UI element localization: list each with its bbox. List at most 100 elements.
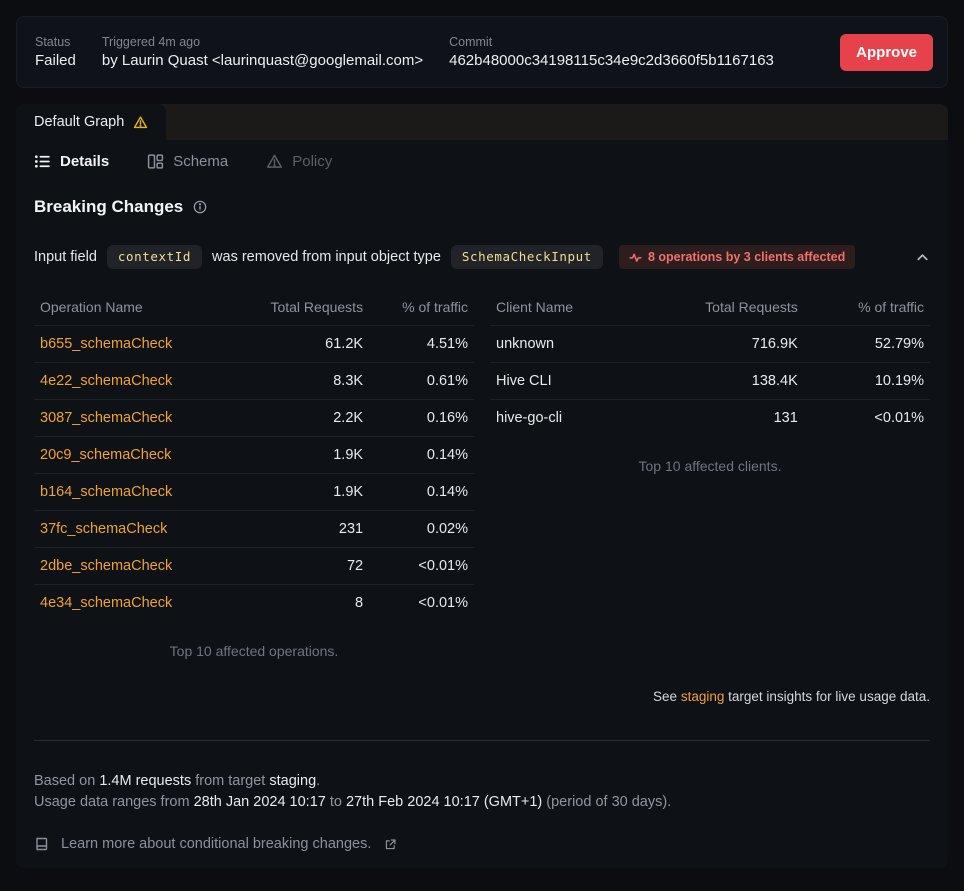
learn-more-link[interactable]: Learn more about conditional breaking ch… [34, 836, 930, 852]
date-from: 28th Jan 2024 10:17 [194, 794, 326, 810]
tab-policy[interactable]: Policy [266, 153, 332, 170]
book-icon [34, 836, 50, 852]
warning-triangle-icon [133, 115, 148, 130]
operation-link[interactable]: 37fc_schemaCheck [40, 521, 167, 537]
operation-row: 2dbe_schemaCheck72<0.01% [34, 548, 474, 585]
name-cell: Hive CLI [490, 363, 634, 400]
col-operation-name: Operation Name [34, 289, 228, 326]
operations-table-wrap: Operation Name Total Requests % of traff… [34, 289, 474, 659]
breaking-change-row[interactable]: Input field contextId was removed from i… [34, 245, 930, 269]
based-prefix: Based on [34, 773, 99, 789]
traffic-pct-cell: 52.79% [804, 326, 930, 363]
traffic-pct-cell: 0.61% [369, 363, 474, 400]
check-status-header: Status Failed Triggered 4m ago by Laurin… [16, 16, 948, 88]
traffic-pct-cell: 4.51% [369, 326, 474, 363]
operation-link[interactable]: 2dbe_schemaCheck [40, 558, 172, 574]
triggered-group: Triggered 4m ago by Laurin Quast <laurin… [102, 35, 423, 69]
tab-details[interactable]: Details [34, 153, 109, 170]
warning-icon [266, 153, 283, 170]
total-requests-cell: 8 [228, 585, 369, 622]
total-requests-cell: 1.9K [228, 474, 369, 511]
type-code-chip: SchemaCheckInput [451, 245, 603, 269]
table-header-row: Operation Name Total Requests % of traff… [34, 289, 474, 326]
affected-badge-label: 8 operations by 3 clients affected [648, 250, 845, 264]
traffic-pct-cell: <0.01% [369, 585, 474, 622]
graph-tabstrip: Default Graph [16, 104, 948, 140]
change-middle: was removed from input object type [212, 249, 441, 265]
traffic-pct-cell: 0.02% [369, 511, 474, 548]
clients-table-wrap: Client Name Total Requests % of traffic … [490, 289, 930, 659]
range-suffix: (period of 30 days). [542, 794, 671, 810]
total-requests-cell: 8.3K [228, 363, 369, 400]
total-requests-cell: 138.4K [634, 363, 804, 400]
name-cell: unknown [490, 326, 634, 363]
usage-summary-line1: Based on 1.4M requests from target stagi… [34, 771, 930, 792]
traffic-pct-cell: 0.14% [369, 437, 474, 474]
operation-link[interactable]: b164_schemaCheck [40, 484, 172, 500]
tab-details-label: Details [60, 153, 109, 170]
schema-check-panel: Default Graph Details [16, 104, 948, 868]
operation-link[interactable]: 20c9_schemaCheck [40, 447, 171, 463]
operation-name-cell: 3087_schemaCheck [34, 400, 228, 437]
operation-link[interactable]: 4e34_schemaCheck [40, 595, 172, 611]
total-requests-cell: 2.2K [228, 400, 369, 437]
operations-table: Operation Name Total Requests % of traff… [34, 289, 474, 621]
usage-summary: Based on 1.4M requests from target stagi… [34, 771, 930, 812]
approve-button[interactable]: Approve [840, 34, 933, 71]
list-icon [34, 153, 51, 170]
operation-link[interactable]: 4e22_schemaCheck [40, 373, 172, 389]
col-client-name: Client Name [490, 289, 634, 326]
traffic-pct-cell: <0.01% [369, 548, 474, 585]
total-requests-cell: 131 [634, 400, 804, 437]
tab-default-graph[interactable]: Default Graph [16, 104, 166, 140]
traffic-pct-cell: 0.16% [369, 400, 474, 437]
note-suffix: target insights for live usage data. [724, 689, 930, 704]
details-tabs: Details Schema Policy [16, 140, 948, 181]
operation-row: b655_schemaCheck61.2K4.51% [34, 326, 474, 363]
dot: . [316, 773, 320, 789]
note-prefix: See [653, 689, 681, 704]
operation-name-cell: 20c9_schemaCheck [34, 437, 228, 474]
status-group: Status Failed [35, 35, 76, 69]
clients-caption: Top 10 affected clients. [490, 458, 930, 474]
commit-group: Commit 462b48000c34198115c34e9c2d3660f5b… [449, 35, 774, 69]
requests-count: 1.4M requests [99, 773, 191, 789]
operation-name-cell: 37fc_schemaCheck [34, 511, 228, 548]
status-value: Failed [35, 52, 76, 69]
operation-name-cell: b655_schemaCheck [34, 326, 228, 363]
from-target-text: from target [191, 773, 269, 789]
operation-name-cell: 4e22_schemaCheck [34, 363, 228, 400]
operation-row: 20c9_schemaCheck1.9K0.14% [34, 437, 474, 474]
operation-link[interactable]: 3087_schemaCheck [40, 410, 172, 426]
operation-row: 3087_schemaCheck 2.2K0.16% [34, 400, 474, 437]
col-pct-traffic: % of traffic [804, 289, 930, 326]
learn-more-label: Learn more about conditional breaking ch… [61, 836, 371, 852]
insights-note: See staging target insights for live usa… [34, 689, 930, 704]
tab-schema[interactable]: Schema [147, 153, 228, 170]
traffic-pct-cell: 0.14% [369, 474, 474, 511]
operation-link[interactable]: b655_schemaCheck [40, 336, 172, 352]
commit-hash: 462b48000c34198115c34e9c2d3660f5b1167163 [449, 52, 774, 69]
info-icon[interactable] [193, 200, 207, 214]
affected-badge: 8 operations by 3 clients affected [619, 245, 855, 269]
triggered-author: by Laurin Quast <laurinquast@googlemail.… [102, 52, 423, 69]
check-details-content: Details Schema Policy [16, 140, 948, 868]
staging-insights-link[interactable]: staging [681, 689, 725, 704]
operation-row: 37fc_schemaCheck 2310.02% [34, 511, 474, 548]
total-requests-cell: 231 [228, 511, 369, 548]
operation-row: 4e22_schemaCheck 8.3K0.61% [34, 363, 474, 400]
status-label: Status [35, 35, 76, 49]
traffic-pct-cell: <0.01% [804, 400, 930, 437]
operation-name-cell: 2dbe_schemaCheck [34, 548, 228, 585]
breaking-changes-title: Breaking Changes [34, 197, 183, 217]
client-row: Hive CLI138.4K10.19% [490, 363, 930, 400]
operations-caption: Top 10 affected operations. [34, 643, 474, 659]
chevron-up-icon[interactable] [915, 250, 930, 265]
operation-row: b164_schemaCheck 1.9K0.14% [34, 474, 474, 511]
col-pct-traffic: % of traffic [369, 289, 474, 326]
traffic-pct-cell: 10.19% [804, 363, 930, 400]
divider [34, 740, 930, 741]
tab-schema-label: Schema [173, 153, 228, 170]
name-cell: hive-go-cli [490, 400, 634, 437]
col-total-requests: Total Requests [228, 289, 369, 326]
